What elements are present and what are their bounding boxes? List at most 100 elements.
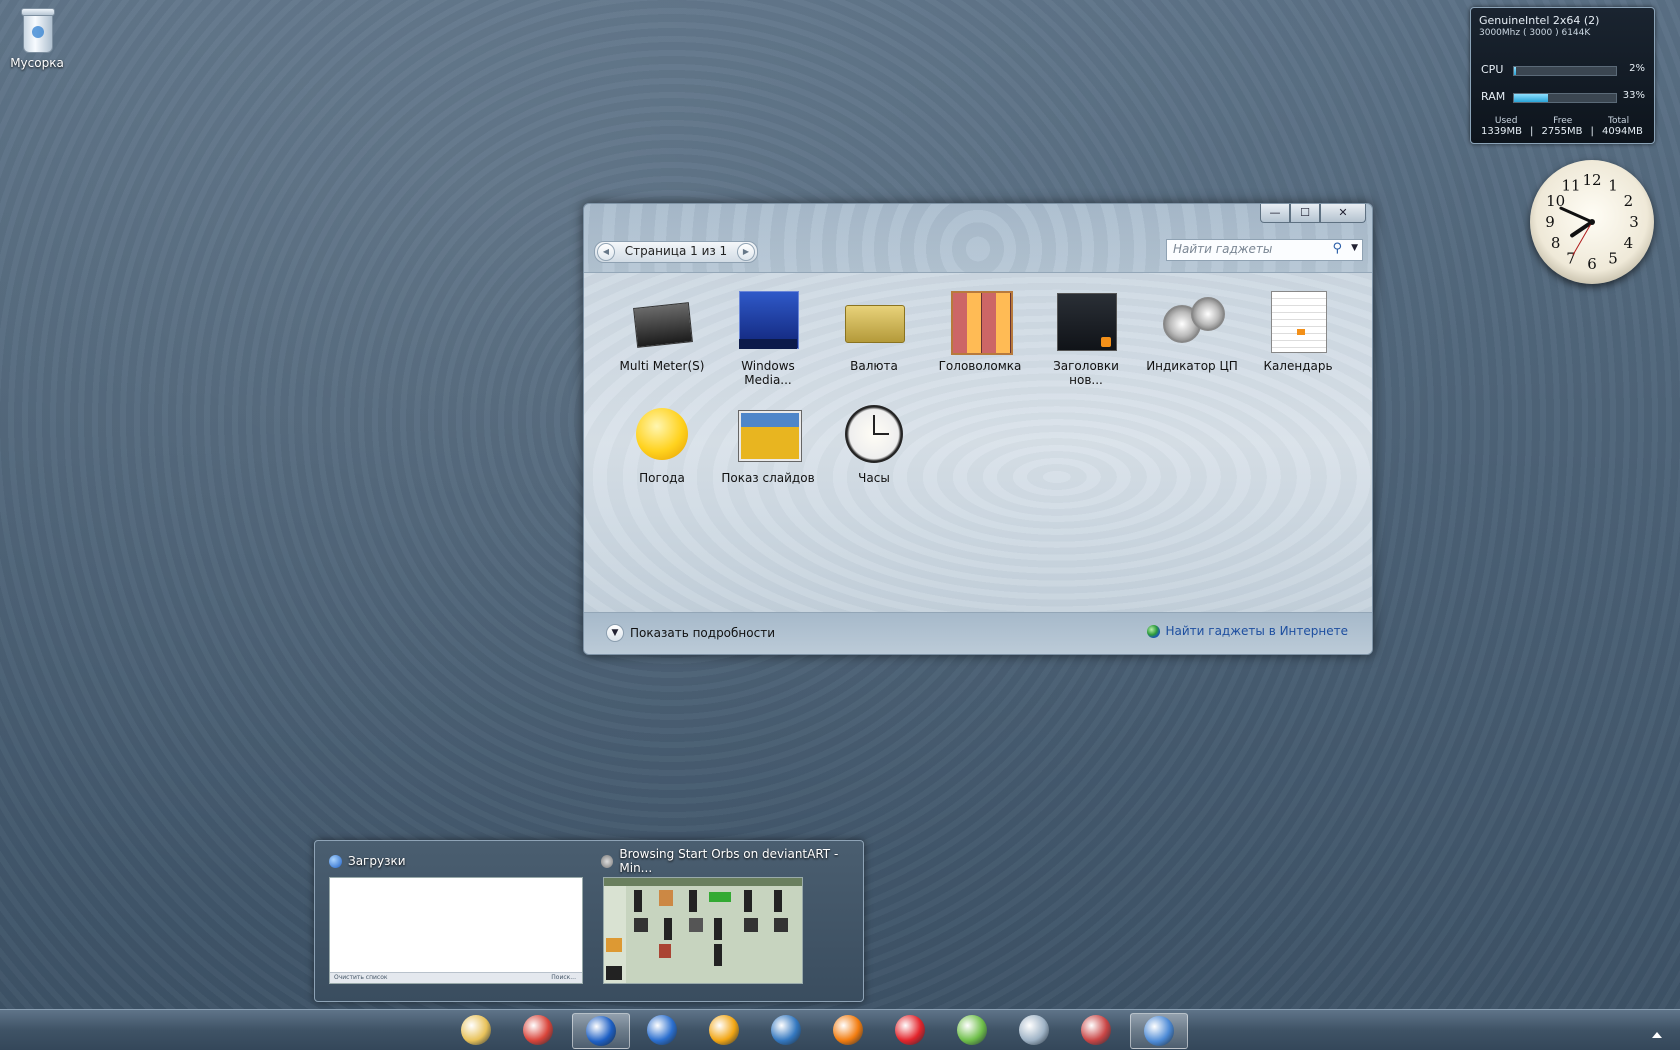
minute-hand: [1559, 206, 1594, 224]
clock-center: [1589, 219, 1595, 225]
gadget-label: Windows Media...: [741, 359, 795, 387]
taskbar-item-star-app[interactable]: [1068, 1013, 1124, 1047]
mem-used-value: 1339MB: [1481, 126, 1522, 137]
currency-icon: [843, 291, 905, 353]
show-details-toggle[interactable]: ▼ Показать подробности: [606, 624, 775, 642]
star-icon: [1081, 1015, 1111, 1045]
thumbnail-title: Browsing Start Orbs on deviantART - Min.…: [619, 847, 839, 875]
gadget-tile[interactable]: Windows Media...: [718, 291, 818, 387]
gadget-label: Индикатор ЦП: [1146, 359, 1238, 373]
clock-number: 11: [1561, 177, 1580, 195]
clock-number: 9: [1545, 213, 1555, 231]
taskbar-item-chrome[interactable]: [510, 1013, 566, 1047]
thumbnail-downloads[interactable]: Загрузки Очистить список Поиск...: [329, 853, 583, 984]
clock-number: 8: [1551, 234, 1561, 252]
thumbnail-footer-right: Поиск...: [551, 974, 576, 981]
taskbar-item-downloads[interactable]: [572, 1013, 630, 1049]
folder-icon: [461, 1015, 491, 1045]
gadget-label: Погода: [639, 471, 685, 485]
next-page-button[interactable]: ▶: [737, 243, 755, 261]
taskbar-item-explorer[interactable]: [448, 1013, 504, 1047]
thumbnail-image: Очистить список Поиск...: [329, 877, 583, 984]
search-icon[interactable]: ⚲: [1332, 241, 1342, 256]
mem-separator: |: [1590, 126, 1594, 137]
yu-icon: [647, 1015, 677, 1045]
page-navigator: ◀ Страница 1 из 1 ▶: [594, 241, 758, 263]
taskbar-item-aimp[interactable]: [696, 1013, 752, 1047]
recycle-bin[interactable]: Мусорка: [8, 6, 66, 70]
gadget-tile[interactable]: Индикатор ЦП: [1142, 291, 1242, 373]
downloads-globe-icon: [329, 854, 342, 868]
gadget-tile[interactable]: Часы: [824, 403, 924, 485]
weather-sun-icon: [631, 403, 693, 465]
taskbar-item-app-tools[interactable]: [944, 1013, 1000, 1047]
cpu-spec: 3000Mhz ( 3000 ) 6144K: [1479, 28, 1591, 38]
ram-percent: 33%: [1622, 90, 1645, 101]
gadget-tile[interactable]: Головоломка: [930, 291, 1030, 373]
cpu-meter-icon: [1161, 291, 1225, 353]
taskbar-item-app-yu[interactable]: [634, 1013, 690, 1047]
kmplayer-icon: [771, 1015, 801, 1045]
chrome-icon: [523, 1015, 553, 1045]
clock-number: 12: [1582, 171, 1601, 189]
windows-media-center-icon: [737, 291, 799, 353]
mem-free-value: 2755MB: [1541, 126, 1583, 137]
gadget-label: Multi Meter(S): [619, 359, 705, 373]
show-hidden-icons-button[interactable]: [1652, 1032, 1662, 1038]
taskbar: [0, 1009, 1680, 1050]
show-details-label: Показать подробности: [630, 626, 775, 640]
taskbar-item-computer[interactable]: [1006, 1013, 1062, 1047]
multimeter-gadget[interactable]: GenuineIntel 2x64 (2) 3000Mhz ( 3000 ) 6…: [1470, 7, 1655, 144]
recycle-bin-label: Мусорка: [10, 56, 64, 70]
gadget-tile[interactable]: Валюта: [824, 291, 924, 373]
cpu-bar-fill: [1514, 67, 1517, 75]
gadget-label: Календарь: [1263, 359, 1333, 373]
ram-bar-fill: [1514, 94, 1548, 102]
thumbnail-browser[interactable]: Browsing Start Orbs on deviantART - Min.…: [601, 847, 863, 984]
clock-number: 1: [1608, 177, 1618, 195]
gadgets-desktop-icon: [1144, 1016, 1174, 1046]
clock-gadget[interactable]: 12 1 2 3 4 5 6 7 8 9 10 11: [1530, 160, 1654, 284]
ram-row: RAM 33%: [1479, 90, 1645, 104]
gadget-tile[interactable]: Календарь: [1248, 291, 1348, 373]
aimp-icon: [709, 1015, 739, 1045]
gadget-tile[interactable]: Multi Meter(S): [612, 291, 712, 373]
chevron-down-icon[interactable]: ▼: [1351, 243, 1358, 253]
ram-bar: [1513, 93, 1617, 103]
mem-free-label: Free: [1553, 116, 1573, 126]
taskbar-item-vlc[interactable]: [820, 1013, 876, 1047]
gadget-gallery: Multi Meter(S) Windows Media... Валюта Голо…: [584, 272, 1372, 613]
clock-dial: 12 1234567891011: [1545, 171, 1639, 273]
close-button[interactable]: ✕: [1320, 204, 1366, 223]
m-icon: [895, 1015, 925, 1045]
gadget-tile[interactable]: Заголовки нов...: [1036, 291, 1136, 387]
gadget-tile[interactable]: Показ слайдов: [718, 403, 818, 485]
gadget-tile[interactable]: Погода: [612, 403, 712, 485]
vlc-cone-icon: [833, 1015, 863, 1045]
clock-number: 4: [1624, 234, 1634, 252]
mem-total-label: Total: [1608, 116, 1630, 126]
taskbar-item-gadgets[interactable]: [1130, 1013, 1188, 1049]
get-gadgets-online-link[interactable]: Найти гаджеты в Интернете: [1147, 624, 1348, 638]
cpu-row: CPU 2%: [1479, 63, 1645, 77]
taskbar-item-kmplayer[interactable]: [758, 1013, 814, 1047]
page-indicator: Страница 1 из 1: [624, 244, 728, 258]
taskbar-thumbnail-preview: Загрузки Очистить список Поиск... Browsin…: [314, 840, 864, 1002]
minimize-button[interactable]: —: [1260, 204, 1290, 223]
multimeter-icon: [631, 291, 693, 353]
maximize-button[interactable]: ☐: [1290, 204, 1320, 223]
gadgets-footer: ▼ Показать подробности Найти гаджеты в И…: [584, 612, 1372, 654]
thumbnail-title: Загрузки: [348, 854, 406, 868]
gadget-label: Валюта: [850, 359, 898, 373]
mem-total-value: 4094MB: [1601, 126, 1643, 137]
search-placeholder: Найти гаджеты: [1173, 242, 1273, 256]
gadget-search-box[interactable]: Найти гаджеты ⚲ ▼: [1166, 239, 1363, 261]
memory-summary: Used Free Total 1339MB | 2755MB | 4094MB: [1477, 116, 1647, 137]
taskbar-item-mailru[interactable]: [882, 1013, 938, 1047]
mem-separator: |: [1530, 126, 1534, 137]
slideshow-icon: [737, 403, 801, 465]
clock-face: 12 1 2 3 4 5 6 7 8 9 10 11: [1530, 160, 1654, 284]
cpu-bar: [1513, 66, 1617, 76]
cpu-name: GenuineIntel 2x64 (2): [1479, 14, 1600, 27]
cpu-label: CPU: [1481, 63, 1504, 76]
